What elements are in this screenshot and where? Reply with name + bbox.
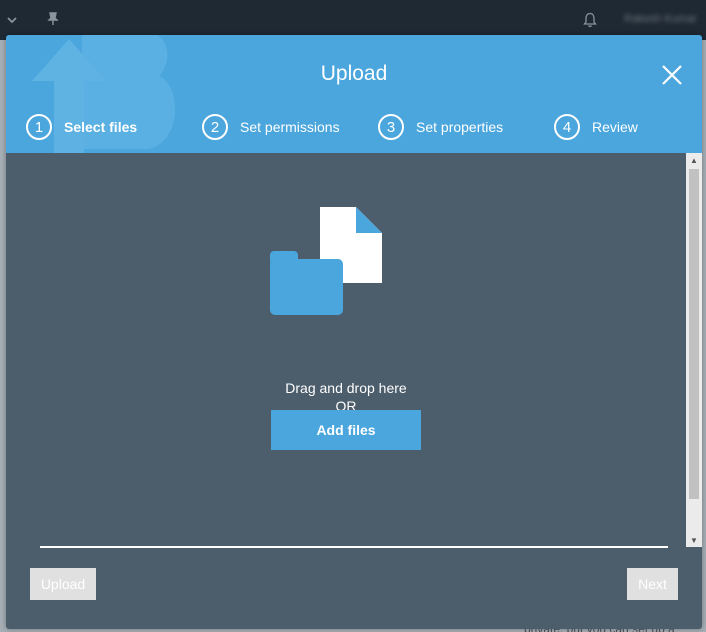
user-name[interactable]: Rakesh Kumar [624, 13, 706, 27]
add-files-button[interactable]: Add files [271, 410, 421, 450]
upload-modal: Upload 1 Select files 2 Set permissions … [6, 35, 702, 629]
step-review[interactable]: 4 Review [554, 114, 638, 140]
step-number: 2 [202, 114, 228, 140]
upload-button[interactable]: Upload [30, 568, 96, 600]
files-illustration [270, 207, 382, 315]
pin-icon[interactable] [46, 12, 60, 29]
step-label: Review [592, 119, 638, 135]
bell-icon[interactable] [582, 12, 598, 31]
drag-drop-text: Drag and drop here [285, 380, 407, 396]
step-number: 4 [554, 114, 580, 140]
scroll-up-arrow-icon[interactable]: ▲ [686, 153, 702, 167]
divider [40, 546, 668, 548]
step-set-permissions[interactable]: 2 Set permissions [202, 114, 340, 140]
close-icon [662, 65, 682, 85]
step-label: Set properties [416, 119, 504, 135]
step-select-files[interactable]: 1 Select files [26, 114, 137, 140]
step-label: Select files [64, 119, 138, 135]
wizard-steps: 1 Select files 2 Set permissions 3 Set p… [26, 114, 702, 140]
app-topbar: Rakesh Kumar [0, 0, 706, 40]
step-number: 3 [378, 114, 404, 140]
next-button[interactable]: Next [627, 568, 678, 600]
chevron-down-icon[interactable] [6, 12, 18, 28]
step-number: 1 [26, 114, 52, 140]
drop-zone[interactable]: Drag and drop here OR Add files [6, 153, 686, 543]
step-label: Set permissions [240, 119, 340, 135]
scroll-down-arrow-icon[interactable]: ▼ [686, 533, 702, 547]
scroll-thumb[interactable] [689, 169, 699, 499]
close-button[interactable] [659, 62, 685, 88]
modal-header: Upload 1 Select files 2 Set permissions … [6, 35, 702, 153]
scrollbar[interactable]: ▲ ▼ [686, 153, 702, 547]
modal-title: Upload [320, 62, 388, 85]
step-set-properties[interactable]: 3 Set properties [378, 114, 503, 140]
folder-icon [270, 251, 343, 315]
